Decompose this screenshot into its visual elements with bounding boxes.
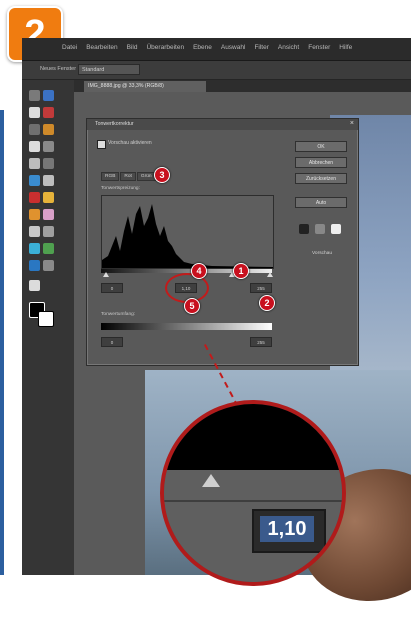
smart-brush-icon[interactable] (43, 226, 54, 237)
type-tool-icon[interactable] (29, 158, 40, 169)
zoom-histogram-detail (164, 404, 342, 470)
input-levels-label: Tonwertspreizung: (101, 186, 140, 191)
clone-stamp-icon[interactable] (29, 209, 40, 220)
menu-view[interactable]: Ansicht (278, 44, 299, 51)
document-tab[interactable]: IMG_8888.jpg @ 33,3% (RGB/8) (84, 81, 206, 92)
eraser-tool-icon[interactable] (43, 209, 54, 220)
options-label: Neues Fenster (40, 66, 77, 72)
white-eyedropper-icon[interactable] (331, 224, 341, 234)
brush-tool-icon[interactable] (29, 226, 40, 237)
tab-green[interactable]: Grün (136, 172, 156, 181)
toolbox (22, 80, 75, 575)
paint-bucket-icon[interactable] (29, 243, 40, 254)
menu-edit[interactable]: Bearbeiten (86, 44, 117, 51)
output-white-value[interactable]: 255 (250, 337, 272, 347)
callout-2: 2 (259, 295, 275, 311)
preview-label: Vorschau (312, 251, 333, 256)
input-white-value[interactable]: 255 (250, 283, 272, 293)
histogram (101, 195, 274, 269)
options-bar: Neues Fenster Standard (22, 61, 411, 80)
callout-1: 1 (233, 263, 249, 279)
document-tabs: IMG_8888.jpg @ 33,3% (RGB/8) (74, 80, 411, 92)
zoom-midtone-handle-icon (202, 474, 220, 487)
eyedropper-tool-icon[interactable] (43, 107, 54, 118)
marquee-tool-icon[interactable] (29, 124, 40, 135)
close-icon[interactable]: × (350, 120, 354, 127)
straighten-tool-icon[interactable] (43, 175, 54, 186)
auto-button[interactable]: Auto (295, 197, 347, 208)
reset-button[interactable]: Zurücksetzen (295, 173, 347, 184)
zoom-divider (164, 500, 342, 502)
histogram-graph (102, 204, 273, 268)
input-black-value[interactable]: 0 (101, 283, 123, 293)
blur-tool-icon[interactable] (43, 260, 54, 271)
callout-5: 5 (184, 298, 200, 314)
channel-tabs: RGB Rot Grün (101, 172, 156, 181)
healing-brush-icon[interactable] (43, 192, 54, 203)
move-tool-icon[interactable] (29, 90, 40, 101)
menu-enhance[interactable]: Überarbeiten (146, 44, 184, 51)
crop-tool-icon[interactable] (43, 158, 54, 169)
menu-file[interactable]: Datei (62, 44, 77, 51)
menu-bar: Datei Bearbeiten Bild Überarbeiten Ebene… (22, 38, 411, 61)
black-point-handle[interactable] (103, 272, 109, 277)
lasso-tool-icon[interactable] (43, 124, 54, 135)
magic-wand-icon[interactable] (29, 141, 40, 152)
white-point-handle[interactable] (267, 272, 273, 277)
zoom-magnifier: 1,10 (160, 400, 346, 586)
tab-red[interactable]: Rot (120, 172, 136, 181)
levels-dialog: Tonwertkorrektur × Vorschau aktivieren O… (86, 118, 359, 366)
zoom-gamma-value: 1,10 (260, 516, 314, 542)
shape-tool-icon[interactable] (29, 260, 40, 271)
menu-layer[interactable]: Ebene (193, 44, 212, 51)
menu-image[interactable]: Bild (127, 44, 138, 51)
dialog-title: Tonwertkorrektur (87, 119, 358, 130)
callout-4: 4 (191, 263, 207, 279)
output-levels-label: Tonwertumfang: (101, 312, 136, 317)
output-black-value[interactable]: 0 (101, 337, 123, 347)
menu-help[interactable]: Hilfe (339, 44, 352, 51)
preview-checkbox-label: Vorschau aktivieren (108, 140, 152, 146)
menu-filter[interactable]: Filter (254, 44, 268, 51)
red-eye-tool-icon[interactable] (29, 192, 40, 203)
sponge-tool-icon[interactable] (29, 280, 40, 291)
gradient-tool-icon[interactable] (43, 243, 54, 254)
background-color-swatch[interactable] (38, 311, 54, 327)
zoom-tool-icon[interactable] (43, 90, 54, 101)
black-eyedropper-icon[interactable] (299, 224, 309, 234)
callout-3: 3 (154, 167, 170, 183)
ok-button[interactable]: OK (295, 141, 347, 152)
cancel-button[interactable]: Abbrechen (295, 157, 347, 168)
menu-select[interactable]: Auswahl (221, 44, 246, 51)
tab-rgb[interactable]: RGB (101, 172, 120, 181)
preview-checkbox[interactable] (97, 140, 106, 149)
hand-tool-icon[interactable] (29, 107, 40, 118)
output-gradient (101, 323, 272, 330)
cookie-cutter-icon[interactable] (29, 175, 40, 186)
selection-brush-icon[interactable] (43, 141, 54, 152)
menu-window[interactable]: Fenster (308, 44, 330, 51)
options-dropdown[interactable]: Standard (78, 64, 140, 75)
left-accent-strip (0, 110, 4, 575)
gray-eyedropper-icon[interactable] (315, 224, 325, 234)
